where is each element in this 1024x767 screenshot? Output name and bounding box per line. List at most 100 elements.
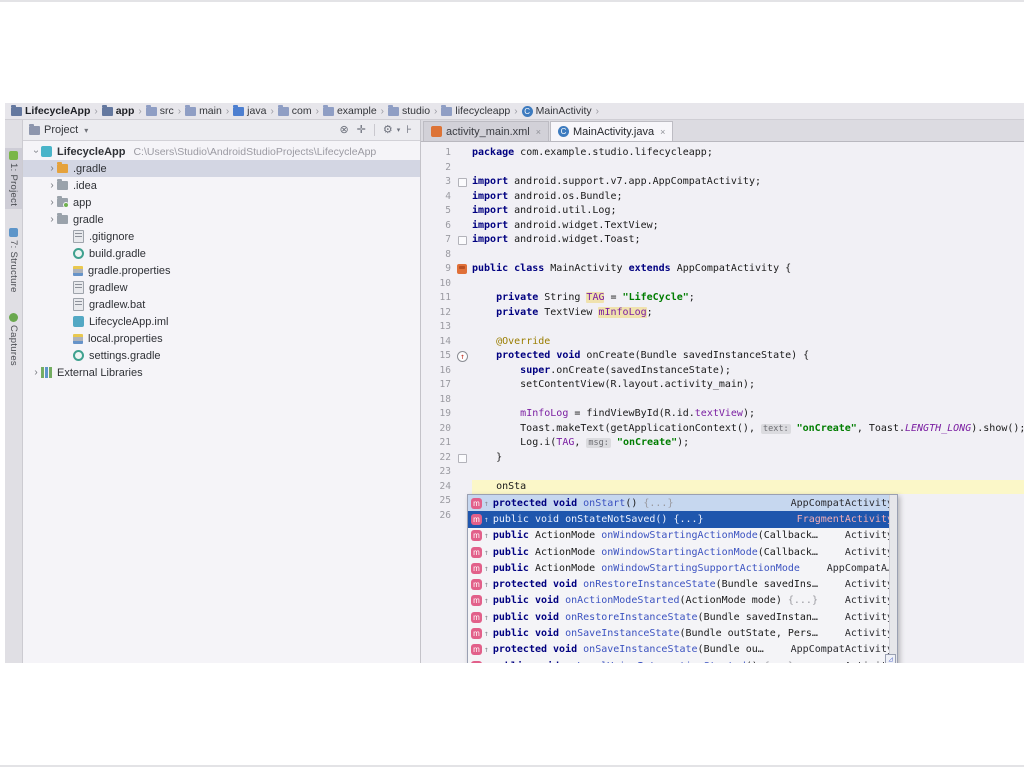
breadcrumb-item[interactable]: com [278, 105, 312, 117]
code-text[interactable]: } [472, 451, 1024, 466]
code-text[interactable]: import android.widget.Toast; [472, 233, 1024, 248]
tree-item[interactable]: LifecycleApp.iml [23, 313, 420, 330]
tree-item[interactable]: settings.gradle [23, 347, 420, 364]
code-editor[interactable]: 1package com.example.studio.lifecycleapp… [421, 142, 1024, 663]
code-line[interactable]: 12 private TextView mInfoLog; [421, 306, 1024, 321]
completion-item[interactable]: m↑protected void onStart() {...}AppCompa… [468, 495, 897, 511]
editor-tab[interactable]: activity_main.xml× [423, 121, 549, 141]
code-text[interactable]: onSta [472, 480, 1024, 495]
tree-item[interactable]: ›External Libraries [23, 364, 420, 381]
line-number[interactable]: 21 [421, 436, 455, 451]
code-line[interactable]: 5 import android.util.Log; [421, 204, 1024, 219]
completion-item[interactable]: m↑public void onStateNotSaved() {...}Fra… [468, 511, 897, 527]
completion-item[interactable]: m↑public ActionMode onWindowStartingActi… [468, 528, 897, 544]
code-text[interactable]: import android.support.v7.app.AppCompatA… [472, 175, 1024, 190]
code-text[interactable]: Log.i(TAG, msg: "onCreate"); [472, 436, 1024, 451]
tree-item[interactable]: ›.gradle [23, 160, 420, 177]
android-class-gutter-icon[interactable] [457, 264, 467, 274]
line-number[interactable]: 12 [421, 306, 455, 321]
line-number[interactable]: 24 [421, 480, 455, 495]
code-text[interactable]: private TextView mInfoLog; [472, 306, 1024, 321]
line-number[interactable]: 3 [421, 175, 455, 190]
code-text[interactable] [472, 320, 1024, 335]
line-number[interactable]: 9 [421, 262, 455, 277]
hide-panel-icon[interactable]: ⊦ [404, 125, 414, 136]
override-method-gutter-icon[interactable]: ↑ [457, 351, 468, 362]
line-number[interactable]: 10 [421, 277, 455, 292]
breadcrumb-item[interactable]: studio [388, 105, 430, 117]
line-number[interactable]: 18 [421, 393, 455, 408]
line-number[interactable]: 11 [421, 291, 455, 306]
editor-tab[interactable]: MainActivity.java× [550, 121, 673, 141]
chevron-collapsed-icon[interactable]: › [47, 163, 57, 174]
popup-resize-grip[interactable]: ◿ [885, 654, 896, 663]
code-line[interactable]: 21 Log.i(TAG, msg: "onCreate"); [421, 436, 1024, 451]
code-line[interactable]: 9 public class MainActivity extends AppCo… [421, 262, 1024, 277]
code-text[interactable]: public class MainActivity extends AppCom… [472, 262, 1024, 277]
line-number[interactable]: 15 [421, 349, 455, 364]
completion-item[interactable]: m↑public void onRestoreInstanceState(Bun… [468, 609, 897, 625]
code-text[interactable] [472, 393, 1024, 408]
completion-item[interactable]: m↑public void onLocalVoiceInteractionSta… [468, 658, 897, 663]
code-line[interactable]: 6 import android.widget.TextView; [421, 219, 1024, 234]
line-number[interactable]: 14 [421, 335, 455, 350]
code-line[interactable]: 16 super.onCreate(savedInstanceState); [421, 364, 1024, 379]
breadcrumb-item[interactable]: app [102, 105, 135, 117]
tool-window-button[interactable]: 1: Project [5, 148, 22, 209]
code-line[interactable]: 13 [421, 320, 1024, 335]
code-line[interactable]: 7 import android.widget.Toast; [421, 233, 1024, 248]
breadcrumb-item[interactable]: lifecycleapp [441, 105, 510, 117]
code-text[interactable] [472, 161, 1024, 176]
code-text[interactable]: import android.util.Log; [472, 204, 1024, 219]
code-text[interactable]: import android.widget.TextView; [472, 219, 1024, 234]
line-number[interactable]: 16 [421, 364, 455, 379]
code-text[interactable]: super.onCreate(savedInstanceState); [472, 364, 1024, 379]
line-number[interactable]: 19 [421, 407, 455, 422]
completion-item[interactable]: m↑public ActionMode onWindowStartingSupp… [468, 560, 897, 576]
chevron-collapsed-icon[interactable]: › [31, 367, 41, 378]
tool-window-button[interactable]: Captures [5, 310, 22, 369]
line-number[interactable]: 25 [421, 494, 455, 509]
breadcrumb-item[interactable]: MainActivity [522, 105, 592, 117]
chevron-down-icon[interactable]: ▾ [84, 126, 88, 135]
completion-item[interactable]: m↑public void onSaveInstanceState(Bundle… [468, 625, 897, 641]
code-line[interactable]: 19 mInfoLog = findViewById(R.id.textView… [421, 407, 1024, 422]
tree-item[interactable]: ›.idea [23, 177, 420, 194]
line-number[interactable]: 8 [421, 248, 455, 263]
code-text[interactable]: protected void onCreate(Bundle savedInst… [472, 349, 1024, 364]
code-line[interactable]: 14 @Override [421, 335, 1024, 350]
code-line[interactable]: 23 [421, 465, 1024, 480]
line-number[interactable]: 22 [421, 451, 455, 466]
code-text[interactable]: import android.os.Bundle; [472, 190, 1024, 205]
fold-marker-icon[interactable] [458, 454, 467, 463]
gear-icon[interactable]: ⚙ [381, 125, 395, 136]
completion-item[interactable]: m↑protected void onSaveInstanceState(Bun… [468, 642, 897, 658]
code-line[interactable]: 17 setContentView(R.layout.activity_main… [421, 378, 1024, 393]
code-line[interactable]: 2 [421, 161, 1024, 176]
code-line[interactable]: 3 import android.support.v7.app.AppCompat… [421, 175, 1024, 190]
code-line[interactable]: 11 private String TAG = "LifeCycle"; [421, 291, 1024, 306]
collapse-all-icon[interactable]: ⊗ [337, 125, 350, 136]
breadcrumb-item[interactable]: java [233, 105, 266, 117]
tree-item[interactable]: gradle.properties [23, 262, 420, 279]
chevron-collapsed-icon[interactable]: › [47, 180, 57, 191]
line-number[interactable]: 5 [421, 204, 455, 219]
tree-item[interactable]: local.properties [23, 330, 420, 347]
breadcrumb-item[interactable]: main [185, 105, 222, 117]
line-number[interactable]: 6 [421, 219, 455, 234]
tree-item[interactable]: gradlew [23, 279, 420, 296]
code-text[interactable] [472, 465, 1024, 480]
chevron-collapsed-icon[interactable]: › [47, 214, 57, 225]
line-number[interactable]: 26 [421, 509, 455, 524]
line-number[interactable]: 23 [421, 465, 455, 480]
tree-item[interactable]: build.gradle [23, 245, 420, 262]
tree-item[interactable]: ›gradle [23, 211, 420, 228]
completion-item[interactable]: m↑public void onActionModeStarted(Action… [468, 593, 897, 609]
line-number[interactable]: 20 [421, 422, 455, 437]
chevron-expanded-icon[interactable]: › [31, 147, 42, 157]
code-text[interactable]: @Override [472, 335, 1024, 350]
breadcrumb-item[interactable]: example [323, 105, 377, 117]
line-number[interactable]: 7 [421, 233, 455, 248]
chevron-collapsed-icon[interactable]: › [47, 197, 57, 208]
tree-item[interactable]: ›LifecycleAppC:\Users\Studio\AndroidStud… [23, 143, 420, 160]
